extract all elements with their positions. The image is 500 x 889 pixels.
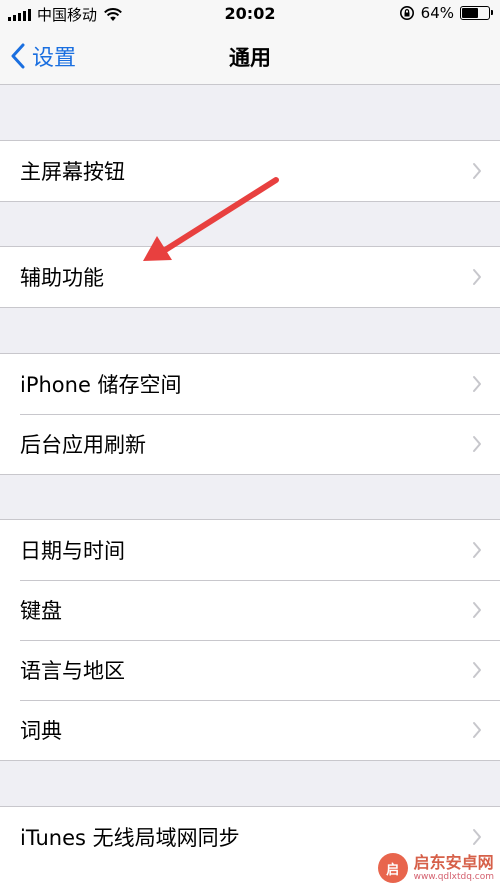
list-item-label: 主屏幕按钮	[20, 160, 125, 184]
rotation-lock-icon	[399, 6, 414, 20]
chevron-right-icon	[473, 829, 481, 845]
list-item-label: 词典	[20, 719, 62, 743]
list-item-label: 日期与时间	[20, 539, 125, 563]
list-item-label: iTunes 无线局域网同步	[20, 826, 240, 850]
list-item-iphone-storage[interactable]: iPhone 储存空间	[0, 354, 500, 414]
chevron-right-icon	[473, 602, 481, 618]
status-right: 64%	[399, 4, 493, 22]
settings-group-accessibility: 辅助功能	[0, 246, 500, 308]
chevron-right-icon	[473, 436, 481, 452]
watermark: 启 启东安卓网 www.qdlxtdq.com	[377, 852, 494, 883]
list-item-date-time[interactable]: 日期与时间	[0, 520, 500, 580]
chevron-right-icon	[473, 163, 481, 179]
battery-percent: 64%	[420, 4, 454, 22]
battery-icon	[460, 6, 493, 20]
chevron-right-icon	[473, 542, 481, 558]
list-item-home-button[interactable]: 主屏幕按钮	[0, 141, 500, 201]
list-item-label: 辅助功能	[20, 266, 104, 290]
watermark-logo: 启	[377, 853, 408, 883]
status-bar: 中国移动 20:02 64%	[0, 0, 500, 28]
list-item-language-region[interactable]: 语言与地区	[0, 639, 500, 700]
settings-group-locale: 日期与时间 键盘 语言与地区 词典	[0, 519, 500, 761]
chevron-right-icon	[473, 662, 481, 678]
settings-group-home-button: 主屏幕按钮	[0, 140, 500, 202]
list-item-label: iPhone 储存空间	[20, 373, 182, 397]
list-item-accessibility[interactable]: 辅助功能	[0, 247, 500, 307]
list-item-label: 语言与地区	[20, 659, 125, 683]
list-item-dictionary[interactable]: 词典	[0, 699, 500, 760]
list-item-label: 后台应用刷新	[20, 433, 146, 457]
chevron-right-icon	[473, 269, 481, 285]
watermark-url: www.qdlxtdq.com	[413, 871, 494, 882]
settings-group-storage: iPhone 储存空间 后台应用刷新	[0, 353, 500, 475]
watermark-name: 启东安卓网	[413, 852, 494, 872]
page-title: 通用	[229, 46, 271, 70]
chevron-right-icon	[473, 376, 481, 392]
list-item-keyboard[interactable]: 键盘	[0, 579, 500, 640]
list-item-background-refresh[interactable]: 后台应用刷新	[0, 413, 500, 474]
navigation-bar: 设置 通用	[0, 28, 500, 85]
chevron-right-icon	[473, 722, 481, 738]
list-item-label: 键盘	[20, 599, 62, 623]
